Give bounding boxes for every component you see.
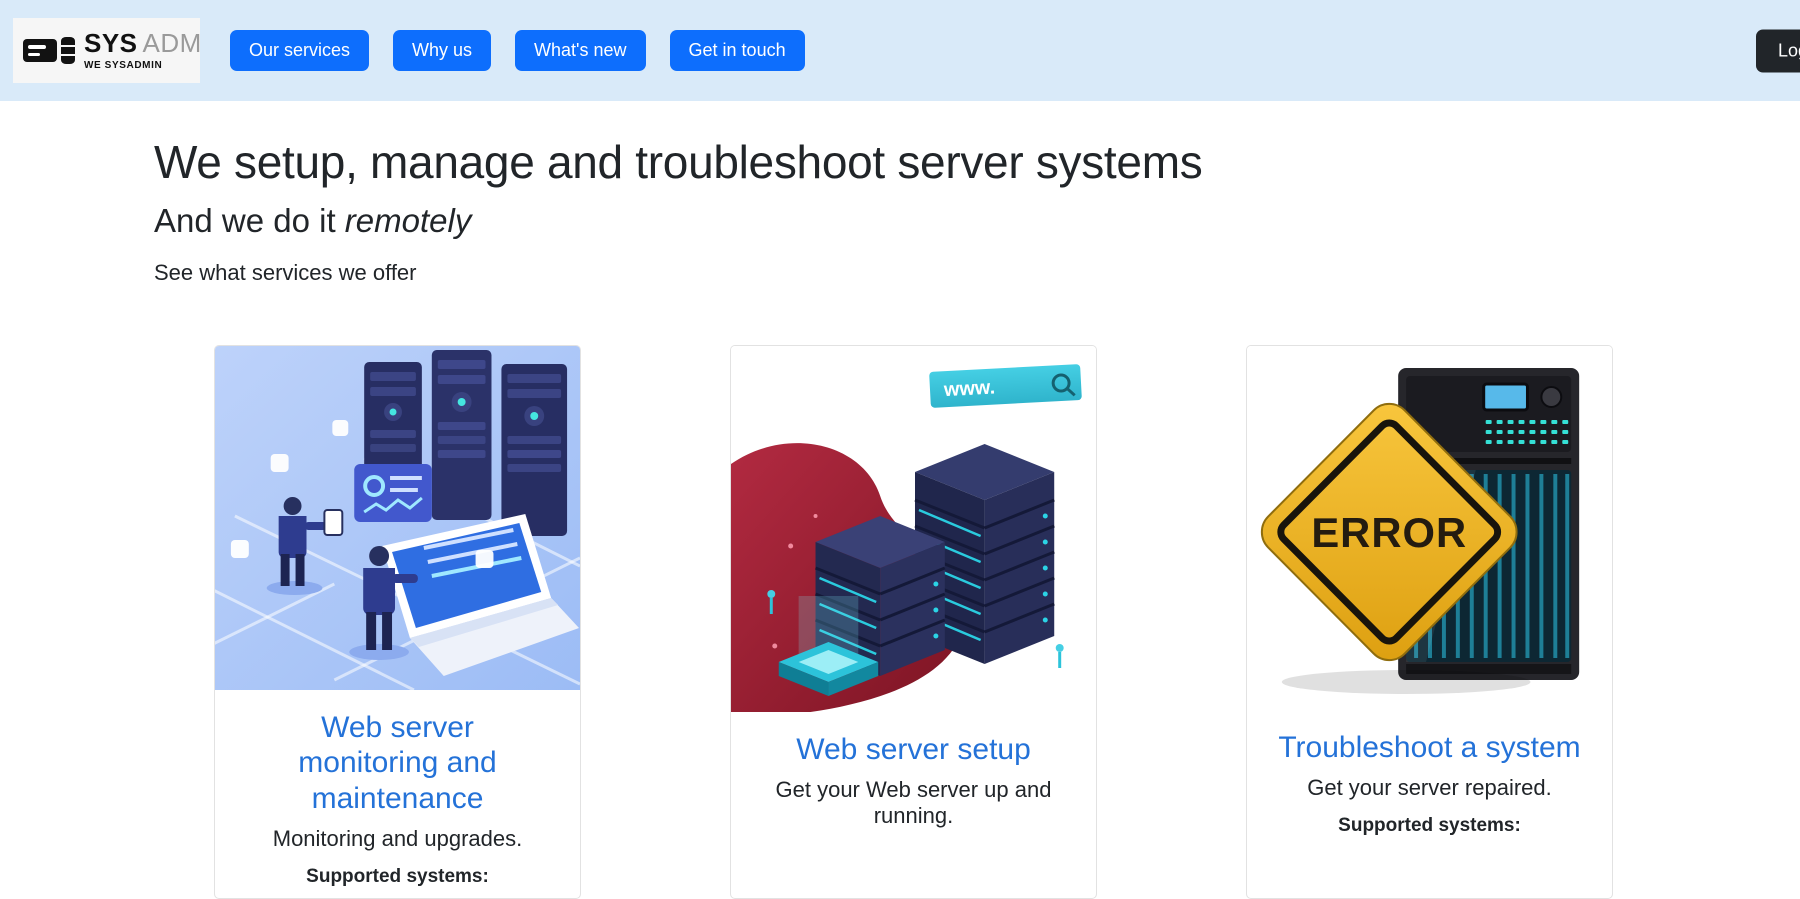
card-monitoring: Web server monitoring and maintenance Mo…	[214, 344, 581, 899]
card-body: Web server monitoring and maintenance Mo…	[215, 690, 580, 898]
page-title: We setup, manage and troubleshoot server…	[154, 136, 1203, 188]
dashboard-panel	[354, 463, 432, 522]
card-footer-troubleshoot: Supported systems:	[1338, 815, 1521, 837]
logo[interactable]: SYS ADM WE SYSADMIN	[13, 18, 202, 83]
troubleshoot-illustration-svg: ERROR	[1247, 345, 1612, 704]
database-icon	[61, 37, 75, 64]
hero-section: We setup, manage and troubleshoot server…	[0, 101, 1800, 899]
card-title-monitoring[interactable]: Web server monitoring and maintenance	[248, 710, 548, 816]
error-text: ERROR	[1311, 509, 1467, 556]
logo-tagline: WE SYSADMIN	[84, 60, 163, 71]
card-body: Web server setup Get your Web server up …	[731, 712, 1096, 839]
nav-get-in-touch-button[interactable]: Get in touch	[669, 30, 805, 71]
services-line: See what services we offer	[154, 259, 417, 285]
card-body: Troubleshoot a system Get your server re…	[1247, 704, 1612, 847]
setup-illustration: www.	[731, 345, 1096, 712]
server-database-icon	[23, 37, 75, 64]
card-troubleshoot: ERROR Troubleshoot a system Get your ser…	[1246, 344, 1613, 899]
card-setup: www. Web server setup Get your Web serve…	[730, 344, 1097, 899]
logo-text: SYS ADM WE SYSADMIN	[84, 30, 202, 71]
card-desc-troubleshoot: Get your server repaired.	[1307, 775, 1552, 801]
login-button[interactable]: Login	[1755, 29, 1800, 72]
troubleshoot-illustration: ERROR	[1247, 345, 1612, 704]
navbar: SYS ADM WE SYSADMIN Our services Why us W…	[0, 0, 1800, 101]
nav-why-us-button[interactable]: Why us	[393, 30, 492, 71]
server-icon	[23, 39, 57, 62]
services-cards: Web server monitoring and maintenance Mo…	[154, 344, 1800, 899]
hero-subtitle-emphasis: remotely	[344, 201, 472, 239]
nav-whats-new-button[interactable]: What's new	[515, 30, 646, 71]
card-title-troubleshoot[interactable]: Troubleshoot a system	[1261, 730, 1598, 765]
hero-subtitle-prefix: And we do it	[154, 201, 345, 239]
monitoring-illustration-svg	[215, 345, 580, 690]
logo-wordmark: SYS ADM	[84, 30, 202, 56]
card-title-setup[interactable]: Web server setup	[745, 732, 1082, 767]
hero-subtitle: And we do it remotely	[154, 201, 1800, 239]
www-text: www.	[942, 376, 995, 401]
setup-illustration-svg: www.	[731, 345, 1096, 712]
nav-links: Our services Why us What's new Get in to…	[230, 30, 805, 71]
logo-adm: ADM	[142, 28, 202, 58]
monitoring-illustration	[215, 345, 580, 690]
sign-shadow	[1281, 669, 1531, 694]
card-desc-setup: Get your Web server up and running.	[775, 777, 1052, 829]
card-desc-monitoring: Monitoring and upgrades.	[272, 826, 523, 852]
card-footer-monitoring: Supported systems:	[306, 866, 489, 888]
nav-our-services-button[interactable]: Our services	[230, 30, 370, 71]
logo-sys: SYS	[84, 28, 138, 58]
